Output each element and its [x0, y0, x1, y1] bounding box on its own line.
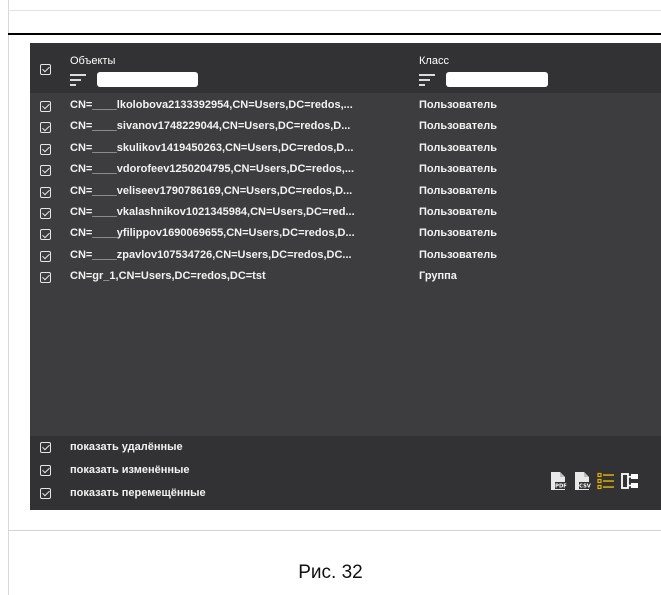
table-row[interactable]: CN=____vdorofeev1250204795,CN=Users,DC=r…: [30, 160, 661, 181]
row-class: Пользователь: [419, 141, 498, 154]
row-object-name: CN=____vdorofeev1250204795,CN=Users,DC=r…: [70, 163, 355, 176]
show-moved-checkbox[interactable]: [40, 488, 51, 499]
row-checkbox[interactable]: [40, 101, 51, 112]
row-object-name: CN=____yfilippov1690069655,CN=Users,DC=r…: [70, 227, 355, 240]
row-object-name: CN=____lkolobova2133392954,CN=Users,DC=r…: [70, 99, 353, 111]
show-changed-label: показать изменённые: [70, 464, 190, 476]
table-row[interactable]: CN=gr_1,CN=Users,DC=redos,DC=tst Группа: [30, 267, 661, 288]
row-checkbox[interactable]: [40, 208, 51, 219]
class-filter-icon[interactable]: [419, 74, 435, 86]
table-row[interactable]: CN=____yfilippov1690069655,CN=Users,DC=r…: [30, 224, 661, 245]
frame-border-bottom: [8, 530, 661, 531]
row-checkbox[interactable]: [40, 272, 51, 284]
row-checkbox[interactable]: [40, 122, 51, 134]
row-object-name: CN=____veliseev1790786169,CN=Users,DC=re…: [70, 184, 353, 197]
row-class: Группа: [419, 270, 457, 283]
table-header: Объекты Класс: [30, 43, 661, 93]
row-checkbox[interactable]: [40, 186, 51, 198]
row-object-name: CN=____vkalashnikov1021345984,CN=Users,D…: [70, 206, 355, 218]
table-row[interactable]: CN=____sivanov1748229044,CN=Users,DC=red…: [30, 117, 661, 138]
show-moved-label: показать перемещённые: [70, 487, 206, 499]
top-divider: [8, 33, 661, 35]
objects-filter-input[interactable]: [97, 72, 198, 87]
file-csv-icon[interactable]: CSV: [572, 471, 592, 491]
row-object-name: CN=gr_1,CN=Users,DC=redos,DC=tst: [70, 270, 266, 283]
pdf-icon-text: PDF: [555, 484, 567, 490]
table-row[interactable]: CN=____vkalashnikov1021345984,CN=Users,D…: [30, 203, 661, 224]
tree-view-icon[interactable]: [620, 471, 640, 491]
row-checkbox[interactable]: [40, 143, 51, 155]
row-class: Пользователь: [419, 227, 498, 240]
csv-icon-text: CSV: [579, 484, 591, 490]
row-object-name: CN=____skulikov1419450263,CN=Users,DC=re…: [70, 141, 354, 154]
row-object-name: CN=____zpavlov107534726,CN=Users,DC=redo…: [70, 248, 352, 261]
row-class: Пользователь: [419, 248, 498, 261]
objects-column-title: Объекты: [70, 55, 116, 67]
table-row[interactable]: CN=____lkolobova2133392954,CN=Users,DC=r…: [30, 96, 661, 117]
show-changed-option[interactable]: показать изменённые: [30, 460, 330, 482]
show-deleted-option[interactable]: показать удалённые: [30, 437, 330, 459]
row-object-name: CN=____sivanov1748229044,CN=Users,DC=red…: [70, 120, 351, 133]
show-moved-option[interactable]: показать перемещённые: [30, 483, 330, 505]
row-class: Пользователь: [419, 99, 498, 111]
list-view-icon[interactable]: [596, 471, 616, 491]
table-row[interactable]: CN=____zpavlov107534726,CN=Users,DC=redo…: [30, 246, 661, 267]
row-checkbox[interactable]: [40, 165, 51, 177]
class-filter-input[interactable]: [446, 72, 548, 87]
row-class: Пользователь: [419, 184, 498, 197]
select-all-checkbox[interactable]: [40, 64, 51, 75]
show-changed-checkbox[interactable]: [40, 465, 51, 476]
row-class: Пользователь: [419, 206, 498, 218]
table-row[interactable]: CN=____skulikov1419450263,CN=Users,DC=re…: [30, 139, 661, 160]
frame-border-left: [8, 0, 9, 595]
show-deleted-checkbox[interactable]: [40, 442, 51, 453]
objects-panel: Объекты Класс CN=____lkolobova2133392954…: [30, 43, 661, 510]
objects-filter-icon[interactable]: [70, 74, 86, 86]
row-checkbox[interactable]: [40, 250, 51, 262]
table-row[interactable]: CN=____veliseev1790786169,CN=Users,DC=re…: [30, 182, 661, 203]
frame-border-top: [8, 10, 661, 11]
class-column-title: Класс: [419, 55, 449, 67]
file-pdf-icon[interactable]: PDF: [548, 471, 568, 491]
figure-caption: Рис. 32: [298, 562, 363, 583]
row-class: Пользователь: [419, 163, 498, 176]
row-class: Пользователь: [419, 120, 498, 133]
show-deleted-label: показать удалённые: [70, 441, 183, 453]
row-checkbox[interactable]: [40, 229, 51, 241]
